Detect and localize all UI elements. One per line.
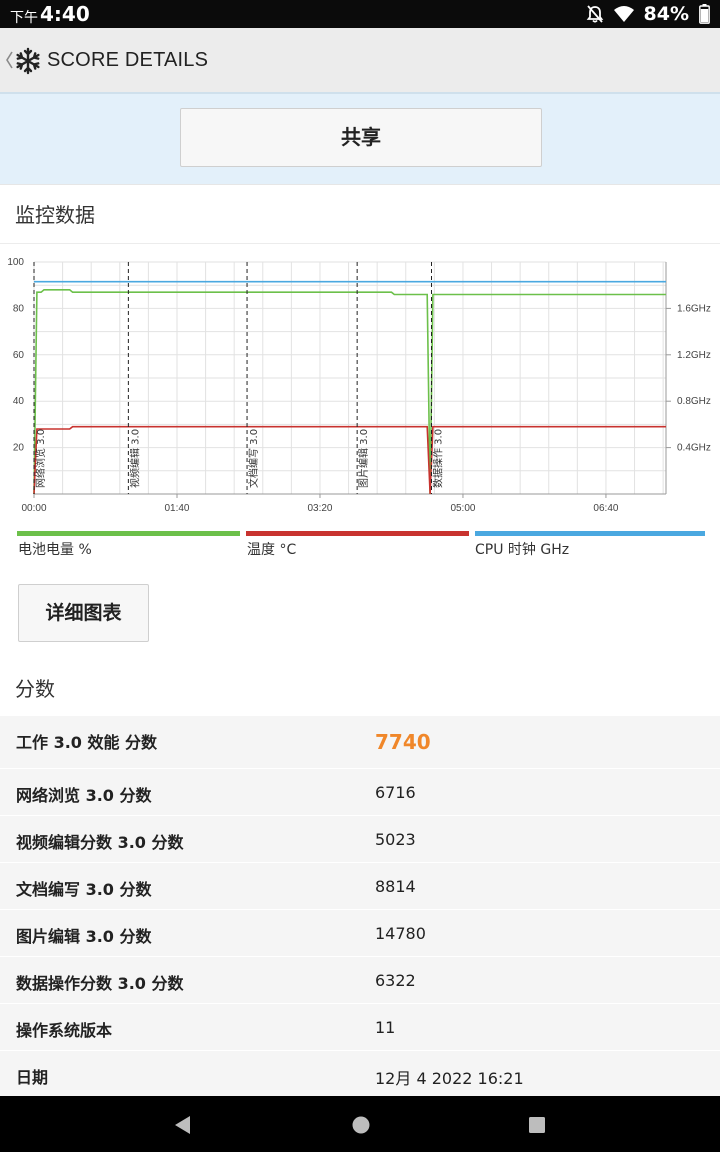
legend-swatch-temperature	[246, 531, 469, 536]
workload-marker-label: 图片编辑 3.0	[357, 429, 370, 488]
legend-label-cpu: CPU 时钟 GHz	[475, 542, 570, 558]
workload-marker-label: 数据操作 3.0	[432, 429, 445, 488]
score-row: 网络浏览 3.0 分数 6716	[0, 769, 720, 816]
score-label: 视频编辑分数 3.0 分数	[16, 833, 184, 852]
x-tick-label: 03:20	[307, 503, 332, 514]
wifi-icon	[613, 6, 634, 22]
score-value-overall: 7740	[375, 730, 431, 754]
scores-title: 分数	[15, 677, 55, 701]
score-label: 网络浏览 3.0 分数	[16, 786, 152, 805]
workload-marker-label: 文档编写 3.0	[247, 429, 260, 488]
score-row-os-version: 操作系统版本 11	[0, 1004, 720, 1051]
score-row: 文档编写 3.0 分数 8814	[0, 863, 720, 910]
x-tick-label: 05:00	[450, 503, 475, 514]
score-value: 14780	[375, 924, 426, 943]
score-value: 12月 4 2022 16:21	[375, 1069, 524, 1088]
legend-label-temperature: 温度 °C	[247, 542, 297, 558]
score-label: 图片编辑 3.0 分数	[16, 927, 152, 946]
y-left-tick-label: 20	[13, 443, 25, 454]
legend-swatch-cpu	[475, 531, 705, 536]
detail-chart-button[interactable]: 详细图表	[18, 584, 149, 642]
y-right-tick-label: 0.8GHz	[677, 396, 711, 407]
results-card: 监控数据 100 80 60 40 20 1.6GHz 1.2GHz 0.8GHz 0.4GHz…	[0, 184, 720, 1098]
share-band: 共享	[0, 94, 720, 184]
status-time-prefix: 下午	[10, 10, 38, 26]
status-time: 4:40	[40, 2, 90, 26]
score-row: 图片编辑 3.0 分数 14780	[0, 910, 720, 957]
y-right-tick-label: 1.2GHz	[677, 350, 711, 361]
battery-icon	[699, 4, 710, 24]
snowflake-logo-icon	[16, 47, 40, 75]
share-button[interactable]: 共享	[180, 108, 542, 167]
score-label: 文档编写 3.0 分数	[16, 880, 152, 899]
score-row-date: 日期 12月 4 2022 16:21	[0, 1051, 720, 1098]
y-left-tick-label: 60	[13, 350, 25, 361]
system-nav-bar	[0, 1096, 720, 1152]
x-tick-label: 01:40	[164, 503, 189, 514]
workload-marker-label: 网络浏览 3.0	[34, 429, 47, 488]
home-circle-icon[interactable]	[350, 1114, 372, 1136]
app-bar: SCORE DETAILS	[0, 28, 720, 94]
monitoring-chart: 100 80 60 40 20 1.6GHz 1.2GHz 0.8GHz 0.4GHz 00:00…	[7, 257, 711, 514]
legend-label-battery: 电池电量 %	[18, 542, 92, 558]
monitoring-chart-area: 100 80 60 40 20 1.6GHz 1.2GHz 0.8GHz 0.4GHz 00:00…	[0, 243, 720, 514]
score-label: 工作 3.0 效能 分数	[16, 733, 158, 752]
alarm-off-icon	[586, 5, 603, 23]
battery-percent: 84%	[643, 3, 689, 25]
workload-marker-label: 视频编辑 3.0	[128, 429, 141, 488]
score-label: 操作系统版本	[16, 1021, 113, 1040]
score-value: 8814	[375, 877, 416, 896]
score-value: 11	[375, 1018, 396, 1037]
score-value: 6322	[375, 971, 416, 990]
y-left-tick-label: 80	[13, 303, 25, 314]
x-tick-label: 00:00	[21, 503, 46, 514]
y-left-tick-label: 100	[7, 257, 24, 268]
recents-square-icon[interactable]	[526, 1114, 548, 1136]
status-bar: 下午 4:40 84%	[0, 0, 720, 28]
score-row-overall: 工作 3.0 效能 分数 7740	[0, 716, 720, 769]
back-triangle-icon[interactable]	[172, 1114, 194, 1136]
score-value: 5023	[375, 830, 416, 849]
status-icons: 84%	[586, 2, 710, 26]
score-label: 日期	[16, 1068, 49, 1087]
page-title: SCORE DETAILS	[47, 49, 209, 71]
monitoring-title: 监控数据	[15, 203, 95, 227]
x-tick-label: 06:40	[593, 503, 618, 514]
score-row: 视频编辑分数 3.0 分数 5023	[0, 816, 720, 863]
score-value: 6716	[375, 783, 416, 802]
back-chevron-icon[interactable]	[4, 48, 14, 72]
score-row: 数据操作分数 3.0 分数 6322	[0, 957, 720, 1004]
y-right-tick-label: 0.4GHz	[677, 443, 711, 454]
legend-swatch-battery	[17, 531, 240, 536]
y-left-tick-label: 40	[13, 396, 25, 407]
score-table: 工作 3.0 效能 分数 7740 网络浏览 3.0 分数 6716 视频编辑分…	[0, 716, 720, 1098]
score-label: 数据操作分数 3.0 分数	[16, 974, 184, 993]
y-right-tick-label: 1.6GHz	[677, 303, 711, 314]
